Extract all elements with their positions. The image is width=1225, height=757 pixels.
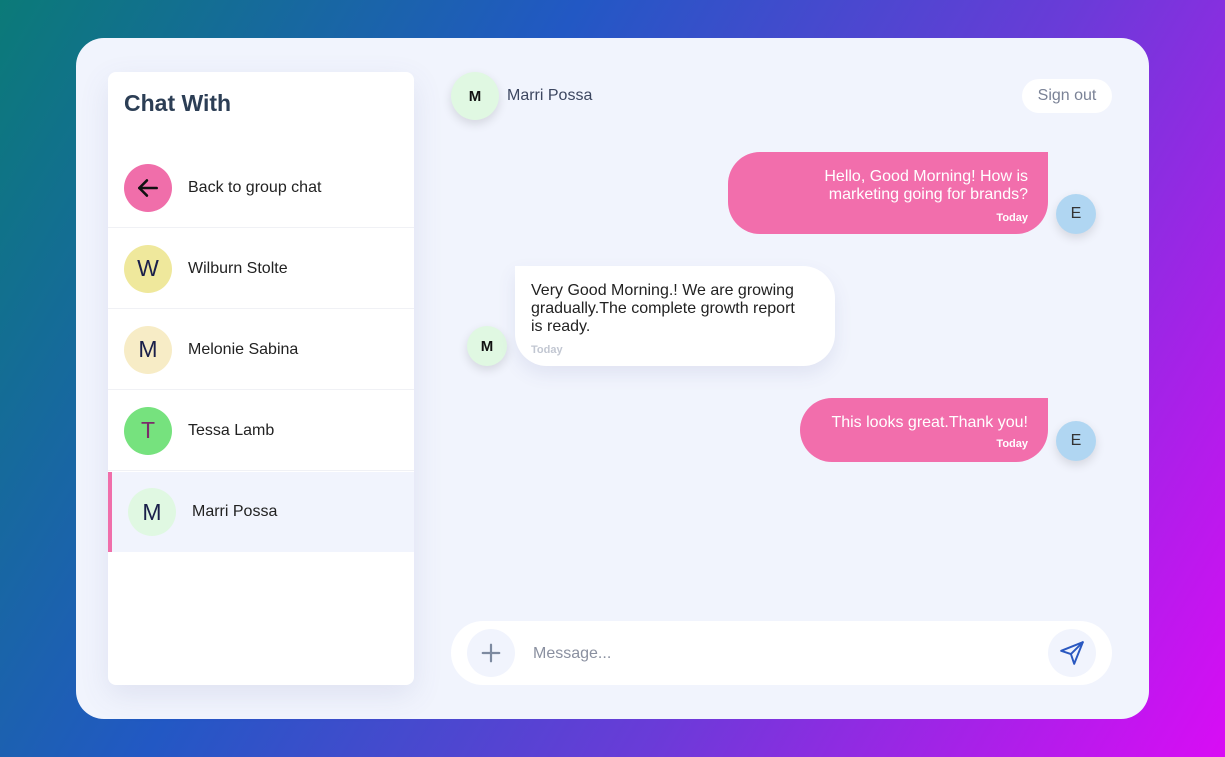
contact-name: Wilburn Stolte — [188, 259, 288, 277]
message-composer — [451, 621, 1112, 685]
chat-app-card: Chat With Back to group chat W Wilburn S… — [76, 38, 1149, 719]
sign-out-button[interactable]: Sign out — [1022, 79, 1112, 113]
send-button[interactable] — [1048, 629, 1096, 677]
back-to-group-chat-button[interactable]: Back to group chat — [108, 148, 414, 228]
avatar: W — [124, 244, 172, 293]
contacts-sidebar: Chat With Back to group chat W Wilburn S… — [108, 72, 414, 685]
message-text: Very Good Morning.! We are growing gradu… — [531, 282, 795, 335]
contact-item-marri-possa[interactable]: M Marri Possa — [108, 472, 414, 552]
contact-item-melonie-sabina[interactable]: M Melonie Sabina — [108, 310, 414, 390]
send-icon — [1060, 641, 1084, 665]
message-time: Today — [996, 212, 1028, 224]
message-bubble-outgoing: This looks great.Thank you! Today — [800, 398, 1048, 462]
message-time: Today — [531, 344, 563, 356]
chat-header-name: Marri Possa — [507, 87, 593, 104]
chat-header-avatar: M — [451, 72, 499, 120]
message-input[interactable] — [531, 637, 1035, 671]
message-text: This looks great.Thank you! — [831, 414, 1028, 431]
back-arrow-icon — [124, 163, 172, 212]
avatar: M — [467, 326, 507, 366]
avatar: E — [1056, 194, 1096, 234]
avatar: T — [124, 406, 172, 455]
contact-name: Tessa Lamb — [188, 421, 275, 439]
avatar: M — [128, 488, 176, 536]
contact-name: Marri Possa — [192, 503, 278, 520]
contact-name: Melonie Sabina — [188, 340, 299, 358]
message-text: Hello, Good Morning! How is marketing go… — [824, 168, 1028, 203]
avatar: M — [124, 325, 172, 374]
message-time: Today — [996, 438, 1028, 450]
message-bubble-outgoing: Hello, Good Morning! How is marketing go… — [728, 152, 1048, 234]
add-attachment-button[interactable] — [467, 629, 515, 677]
avatar: E — [1056, 421, 1096, 461]
back-label: Back to group chat — [188, 178, 322, 196]
sidebar-title: Chat With — [124, 90, 232, 116]
contact-item-wilburn-stolte[interactable]: W Wilburn Stolte — [108, 229, 414, 309]
plus-icon — [481, 643, 501, 663]
message-bubble-incoming: Very Good Morning.! We are growing gradu… — [515, 266, 835, 366]
contact-item-tessa-lamb[interactable]: T Tessa Lamb — [108, 391, 414, 471]
